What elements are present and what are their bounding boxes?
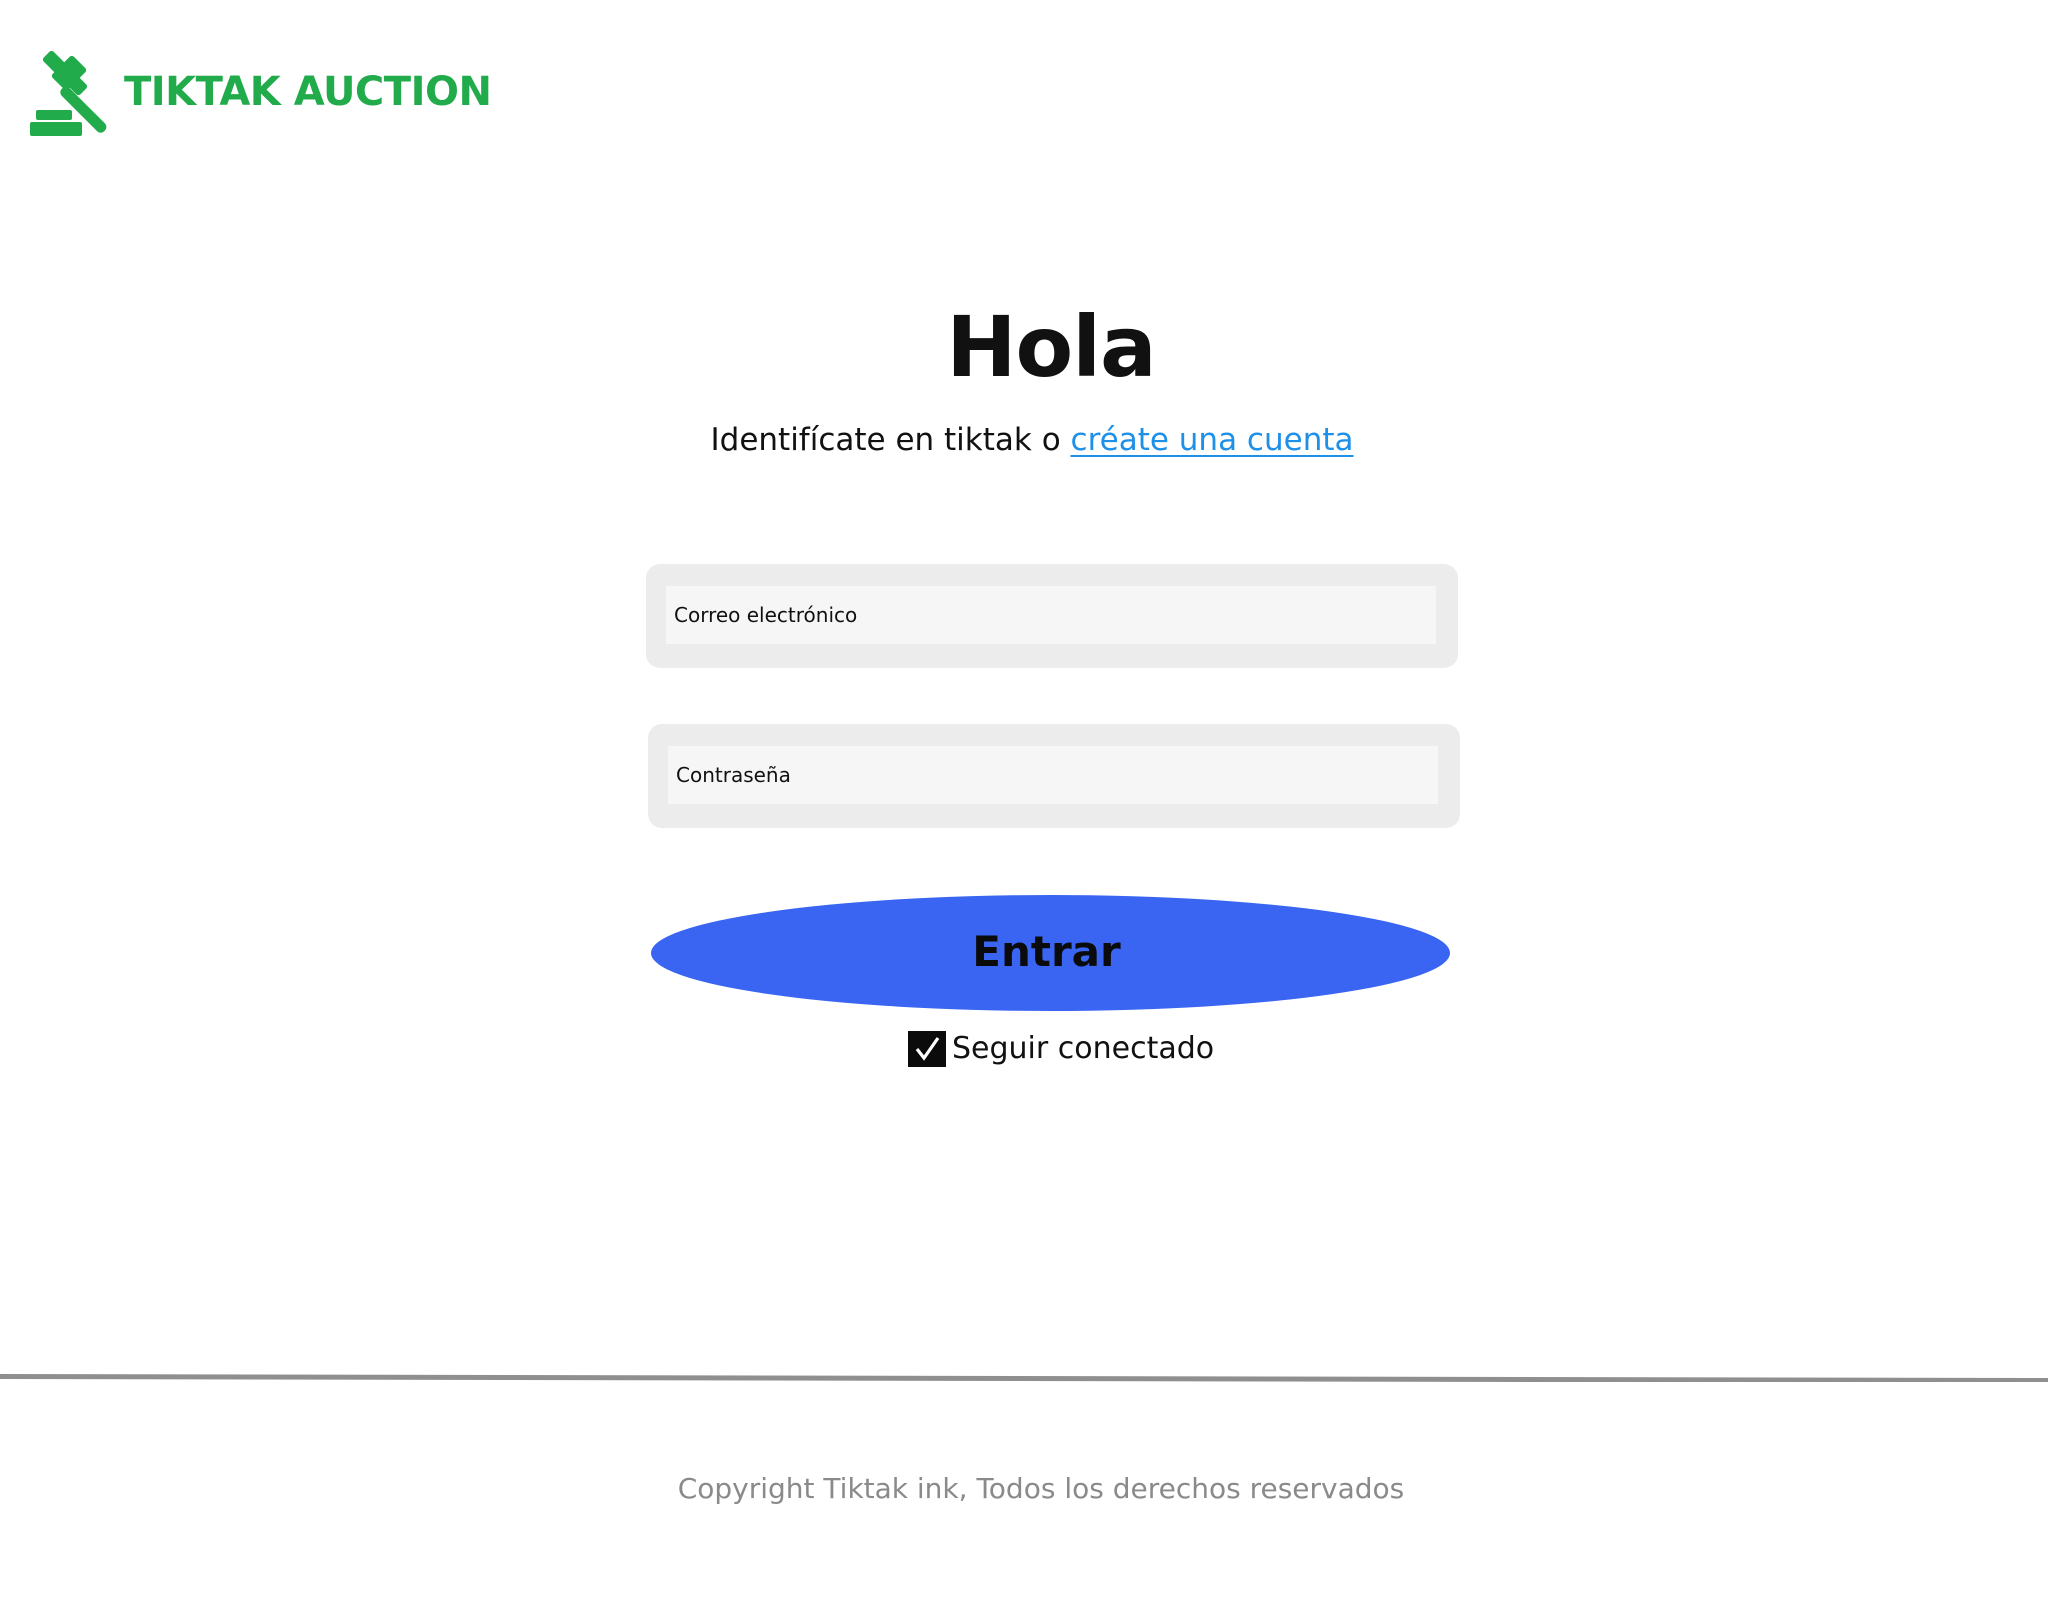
subtitle-text: Identifícate en tiktak o (710, 422, 1071, 458)
brand-logo[interactable]: TIKTAK AUCTION (28, 40, 492, 140)
email-field[interactable] (666, 586, 1436, 644)
brand-name: TIKTAK AUCTION (124, 69, 492, 115)
signup-link[interactable]: créate una cuenta (1071, 422, 1354, 458)
footer-divider (0, 1374, 2048, 1382)
keep-connected-checkbox[interactable] (908, 1031, 946, 1067)
keep-connected-label: Seguir conectado (952, 1031, 1215, 1066)
page-title: Hola (946, 298, 1157, 396)
keep-connected-toggle[interactable]: Seguir conectado (908, 1030, 1214, 1068)
password-field-container (648, 724, 1460, 828)
login-button-label: Entrar (972, 926, 1121, 976)
login-subtitle: Identifícate en tiktak o créate una cuen… (0, 420, 2048, 460)
password-field[interactable] (668, 746, 1438, 804)
footer-copyright: Copyright Tiktak ink, Todos los derechos… (677, 1472, 1405, 1505)
checkmark-icon (915, 1037, 940, 1061)
login-button[interactable]: Entrar (651, 895, 1450, 1011)
email-field-container (646, 564, 1458, 668)
gavel-icon (30, 50, 107, 136)
